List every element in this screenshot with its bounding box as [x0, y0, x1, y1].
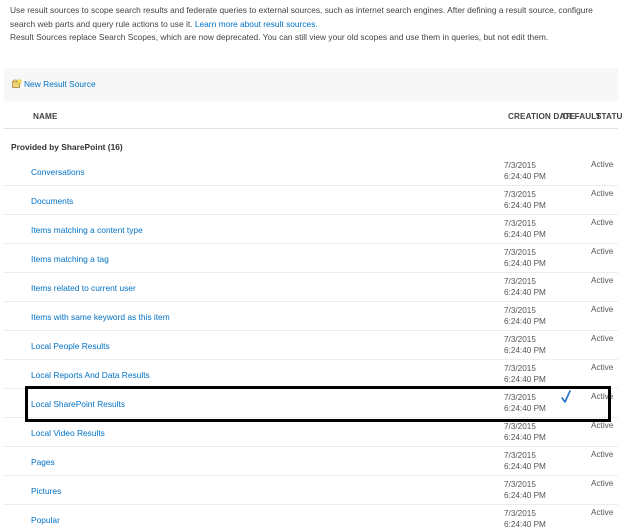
creation-date-time: 6:24:40 PM: [504, 288, 546, 297]
creation-date-time: 6:24:40 PM: [504, 346, 546, 355]
table-row: Items matching a content type 7/3/2015 6:2…: [4, 215, 618, 244]
status-text: Active: [591, 305, 614, 314]
result-source-name-link[interactable]: Local People Results: [31, 341, 110, 351]
column-header-status[interactable]: STATUS: [596, 112, 623, 121]
creation-date-time: 6:24:40 PM: [504, 462, 546, 471]
table-row: Local Reports And Data Results 7/3/2015 6:…: [4, 360, 618, 389]
creation-date: 7/3/2015 6:24:40 PM: [504, 276, 546, 298]
creation-date-day: 7/3/2015: [504, 306, 536, 315]
result-source-name-link[interactable]: Local Reports And Data Results: [31, 370, 150, 380]
status-text: Active: [591, 421, 614, 430]
table-row: Items with same keyword as this item 7/3/…: [4, 302, 618, 331]
creation-date-day: 7/3/2015: [504, 451, 536, 460]
table-row: Documents 7/3/2015 6:24:40 PM Active: [4, 186, 618, 215]
creation-date-day: 7/3/2015: [504, 161, 536, 170]
creation-date-day: 7/3/2015: [504, 277, 536, 286]
creation-date: 7/3/2015 6:24:40 PM: [504, 392, 546, 414]
result-source-name-link[interactable]: Items related to current user: [31, 283, 136, 293]
page-description: Use result sources to scope search resul…: [10, 4, 616, 45]
deprecation-note: Result Sources replace Search Scopes, wh…: [10, 32, 549, 42]
new-result-source-button[interactable]: New Result Source: [12, 79, 96, 89]
creation-date-time: 6:24:40 PM: [504, 172, 546, 181]
table-row: Pages 7/3/2015 6:24:40 PM Active: [4, 447, 618, 476]
table-row: Local Video Results 7/3/2015 6:24:40 PM Act…: [4, 418, 618, 447]
creation-date-day: 7/3/2015: [504, 248, 536, 257]
status-text: Active: [591, 479, 614, 488]
creation-date-time: 6:24:40 PM: [504, 433, 546, 442]
status-text: Active: [591, 189, 614, 198]
creation-date-day: 7/3/2015: [504, 422, 536, 431]
table-row: Popular 7/3/2015 6:24:40 PM Active: [4, 505, 618, 530]
status-text: Active: [591, 363, 614, 372]
column-header-name[interactable]: NAME: [33, 112, 58, 121]
table-row: Items matching a tag 7/3/2015 6:24:40 PM Ac…: [4, 244, 618, 273]
creation-date: 7/3/2015 6:24:40 PM: [504, 218, 546, 240]
creation-date-day: 7/3/2015: [504, 480, 536, 489]
creation-date-time: 6:24:40 PM: [504, 201, 546, 210]
result-source-name-link[interactable]: Local SharePoint Results: [31, 399, 125, 409]
result-source-name-link[interactable]: Items matching a content type: [31, 225, 143, 235]
creation-date-day: 7/3/2015: [504, 219, 536, 228]
creation-date: 7/3/2015 6:24:40 PM: [504, 334, 546, 356]
creation-date-time: 6:24:40 PM: [504, 317, 546, 326]
creation-date: 7/3/2015 6:24:40 PM: [504, 508, 546, 530]
group-label[interactable]: Provided by SharePoint (16): [11, 142, 123, 152]
result-source-name-link[interactable]: Pages: [31, 457, 55, 467]
creation-date-time: 6:24:40 PM: [504, 520, 546, 529]
result-source-name-link[interactable]: Items matching a tag: [31, 254, 109, 264]
learn-more-link[interactable]: Learn more about result sources.: [195, 19, 318, 29]
new-result-source-label: New Result Source: [24, 79, 96, 89]
table-row: Items related to current user 7/3/2015 6:2…: [4, 273, 618, 302]
result-source-name-link[interactable]: Pictures: [31, 486, 61, 496]
creation-date-day: 7/3/2015: [504, 393, 536, 402]
table-row: Pictures 7/3/2015 6:24:40 PM Active: [4, 476, 618, 505]
table-row: Local People Results 7/3/2015 6:24:40 PM Ac…: [4, 331, 618, 360]
status-text: Active: [591, 392, 614, 401]
creation-date-day: 7/3/2015: [504, 364, 536, 373]
creation-date-day: 7/3/2015: [504, 335, 536, 344]
creation-date: 7/3/2015 6:24:40 PM: [504, 450, 546, 472]
creation-date-time: 6:24:40 PM: [504, 230, 546, 239]
table-row: Local SharePoint Results 7/3/2015 6:24:40 …: [4, 389, 618, 418]
result-source-name-link[interactable]: Items with same keyword as this item: [31, 312, 170, 322]
status-text: Active: [591, 247, 614, 256]
creation-date-day: 7/3/2015: [504, 190, 536, 199]
creation-date-time: 6:24:40 PM: [504, 404, 546, 413]
status-text: Active: [591, 276, 614, 285]
creation-date-day: 7/3/2015: [504, 509, 536, 518]
creation-date-time: 6:24:40 PM: [504, 259, 546, 268]
status-text: Active: [591, 218, 614, 227]
status-text: Active: [591, 450, 614, 459]
status-text: Active: [591, 508, 614, 517]
creation-date: 7/3/2015 6:24:40 PM: [504, 305, 546, 327]
creation-date: 7/3/2015 6:24:40 PM: [504, 189, 546, 211]
result-source-name-link[interactable]: Local Video Results: [31, 428, 105, 438]
result-source-name-link[interactable]: Documents: [31, 196, 73, 206]
status-text: Active: [591, 334, 614, 343]
result-source-name-link[interactable]: Conversations: [31, 167, 85, 177]
creation-date-time: 6:24:40 PM: [504, 375, 546, 384]
toolbar: New Result Source: [4, 68, 618, 101]
header-divider: [4, 128, 618, 129]
creation-date-time: 6:24:40 PM: [504, 491, 546, 500]
creation-date: 7/3/2015 6:24:40 PM: [504, 421, 546, 443]
checkmark-icon: [561, 390, 571, 403]
result-source-name-link[interactable]: Popular: [31, 515, 60, 525]
creation-date: 7/3/2015 6:24:40 PM: [504, 363, 546, 385]
creation-date: 7/3/2015 6:24:40 PM: [504, 247, 546, 269]
status-text: Active: [591, 160, 614, 169]
new-item-icon: [12, 79, 22, 89]
creation-date: 7/3/2015 6:24:40 PM: [504, 160, 546, 182]
creation-date: 7/3/2015 6:24:40 PM: [504, 479, 546, 501]
table-row: Conversations 7/3/2015 6:24:40 PM Active: [4, 157, 618, 186]
